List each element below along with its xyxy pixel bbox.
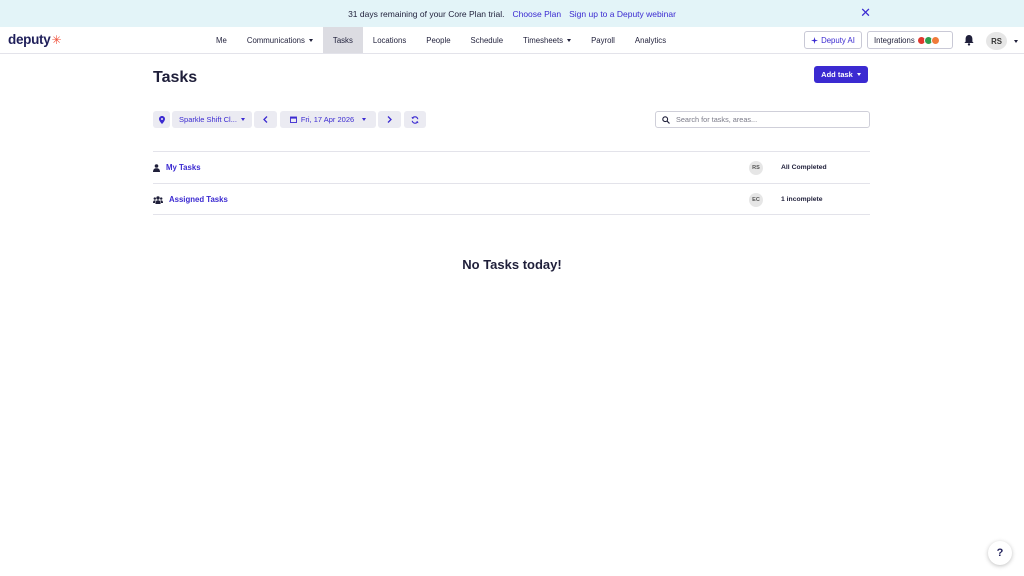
next-day-button[interactable] [378, 111, 401, 128]
nav-item-label: People [426, 35, 451, 45]
date-picker[interactable]: Fri, 17 Apr 2026 [280, 111, 376, 128]
assignee-avatar: RS [749, 161, 763, 175]
chevron-down-icon [856, 73, 861, 76]
choose-plan-link[interactable]: Choose Plan [512, 9, 561, 19]
chevron-down-icon [567, 38, 572, 42]
refresh-icon [411, 115, 419, 124]
main-menu: Me Communications Tasks Locations People… [206, 27, 676, 53]
search-input[interactable] [676, 115, 856, 124]
task-group-label[interactable]: Assigned Tasks [169, 195, 228, 204]
task-group-label[interactable]: My Tasks [166, 163, 201, 172]
top-nav: deputy✳ Me Communications Tasks Location… [0, 27, 1024, 54]
nav-item-label: Tasks [332, 35, 353, 45]
logo-star-icon: ✳ [51, 33, 62, 47]
deputy-ai-label: Deputy AI [821, 35, 855, 45]
integration-logo-icon [930, 35, 940, 45]
integration-logos [916, 35, 940, 45]
task-status: All Completed [781, 164, 827, 171]
chevron-down-icon [362, 118, 367, 121]
nav-item-me[interactable]: Me [206, 27, 237, 53]
nav-item-label: Timesheets [523, 35, 564, 45]
task-group-row-assigned-tasks[interactable]: Assigned Tasks EC 1 incomplete [153, 183, 870, 215]
integrations-label: Integrations [874, 35, 915, 45]
user-avatar[interactable]: RS [986, 32, 1007, 50]
task-search [655, 111, 870, 128]
search-icon [662, 115, 670, 124]
previous-day-button[interactable] [254, 111, 277, 128]
nav-item-timesheets[interactable]: Timesheets [513, 27, 581, 53]
chevron-right-icon [387, 116, 392, 123]
nav-item-tasks[interactable]: Tasks [322, 27, 363, 53]
close-banner-icon[interactable]: ✕ [860, 6, 871, 20]
page-title: Tasks [153, 69, 198, 86]
trial-banner: 31 days remaining of your Core Plan tria… [0, 0, 1024, 27]
user-icon [153, 164, 160, 172]
bell-icon[interactable] [963, 34, 975, 46]
assignee-avatar: EC [749, 193, 763, 207]
integrations-button[interactable]: Integrations [867, 31, 953, 49]
add-task-button[interactable]: Add task [814, 66, 868, 83]
users-icon [153, 196, 163, 204]
add-task-label: Add task [821, 70, 853, 79]
location-select[interactable]: Sparkle Shift Cl... [172, 111, 252, 128]
deputy-logo[interactable]: deputy✳ [8, 32, 62, 47]
nav-item-payroll[interactable]: Payroll [581, 27, 625, 53]
location-pin-button[interactable] [153, 111, 170, 128]
map-pin-icon [158, 115, 165, 124]
trial-message: 31 days remaining of your Core Plan tria… [348, 8, 505, 19]
question-mark-icon: ? [996, 547, 1004, 559]
webinar-link[interactable]: Sign up to a Deputy webinar [569, 9, 676, 19]
empty-state-message: No Tasks today! [462, 257, 562, 272]
nav-item-label: Analytics [634, 35, 667, 45]
nav-item-people[interactable]: People [416, 27, 460, 53]
task-status: 1 incomplete [781, 196, 823, 203]
sparkle-icon [811, 36, 819, 44]
help-button[interactable]: ? [988, 541, 1012, 565]
nav-item-analytics[interactable]: Analytics [625, 27, 676, 53]
deputy-ai-button[interactable]: Deputy AI [804, 31, 862, 49]
logo-text: deputy [8, 32, 51, 47]
nav-item-label: Me [216, 35, 227, 45]
chevron-down-icon [240, 118, 245, 121]
date-picker-value: Fri, 17 Apr 2026 [300, 115, 355, 124]
chevron-down-icon[interactable] [1014, 40, 1018, 43]
nav-item-label: Schedule [470, 35, 504, 45]
nav-item-label: Communications [246, 35, 305, 45]
nav-item-schedule[interactable]: Schedule [461, 27, 514, 53]
refresh-button[interactable] [404, 111, 426, 128]
nav-item-communications[interactable]: Communications [237, 27, 323, 53]
task-group-row-my-tasks[interactable]: My Tasks RS All Completed [153, 151, 870, 183]
nav-item-label: Payroll [591, 35, 615, 45]
nav-item-locations[interactable]: Locations [363, 27, 416, 53]
calendar-icon [289, 116, 297, 123]
nav-item-label: Locations [372, 35, 407, 45]
chevron-down-icon [308, 38, 313, 42]
location-select-value: Sparkle Shift Cl... [179, 115, 237, 124]
chevron-left-icon [263, 116, 268, 123]
